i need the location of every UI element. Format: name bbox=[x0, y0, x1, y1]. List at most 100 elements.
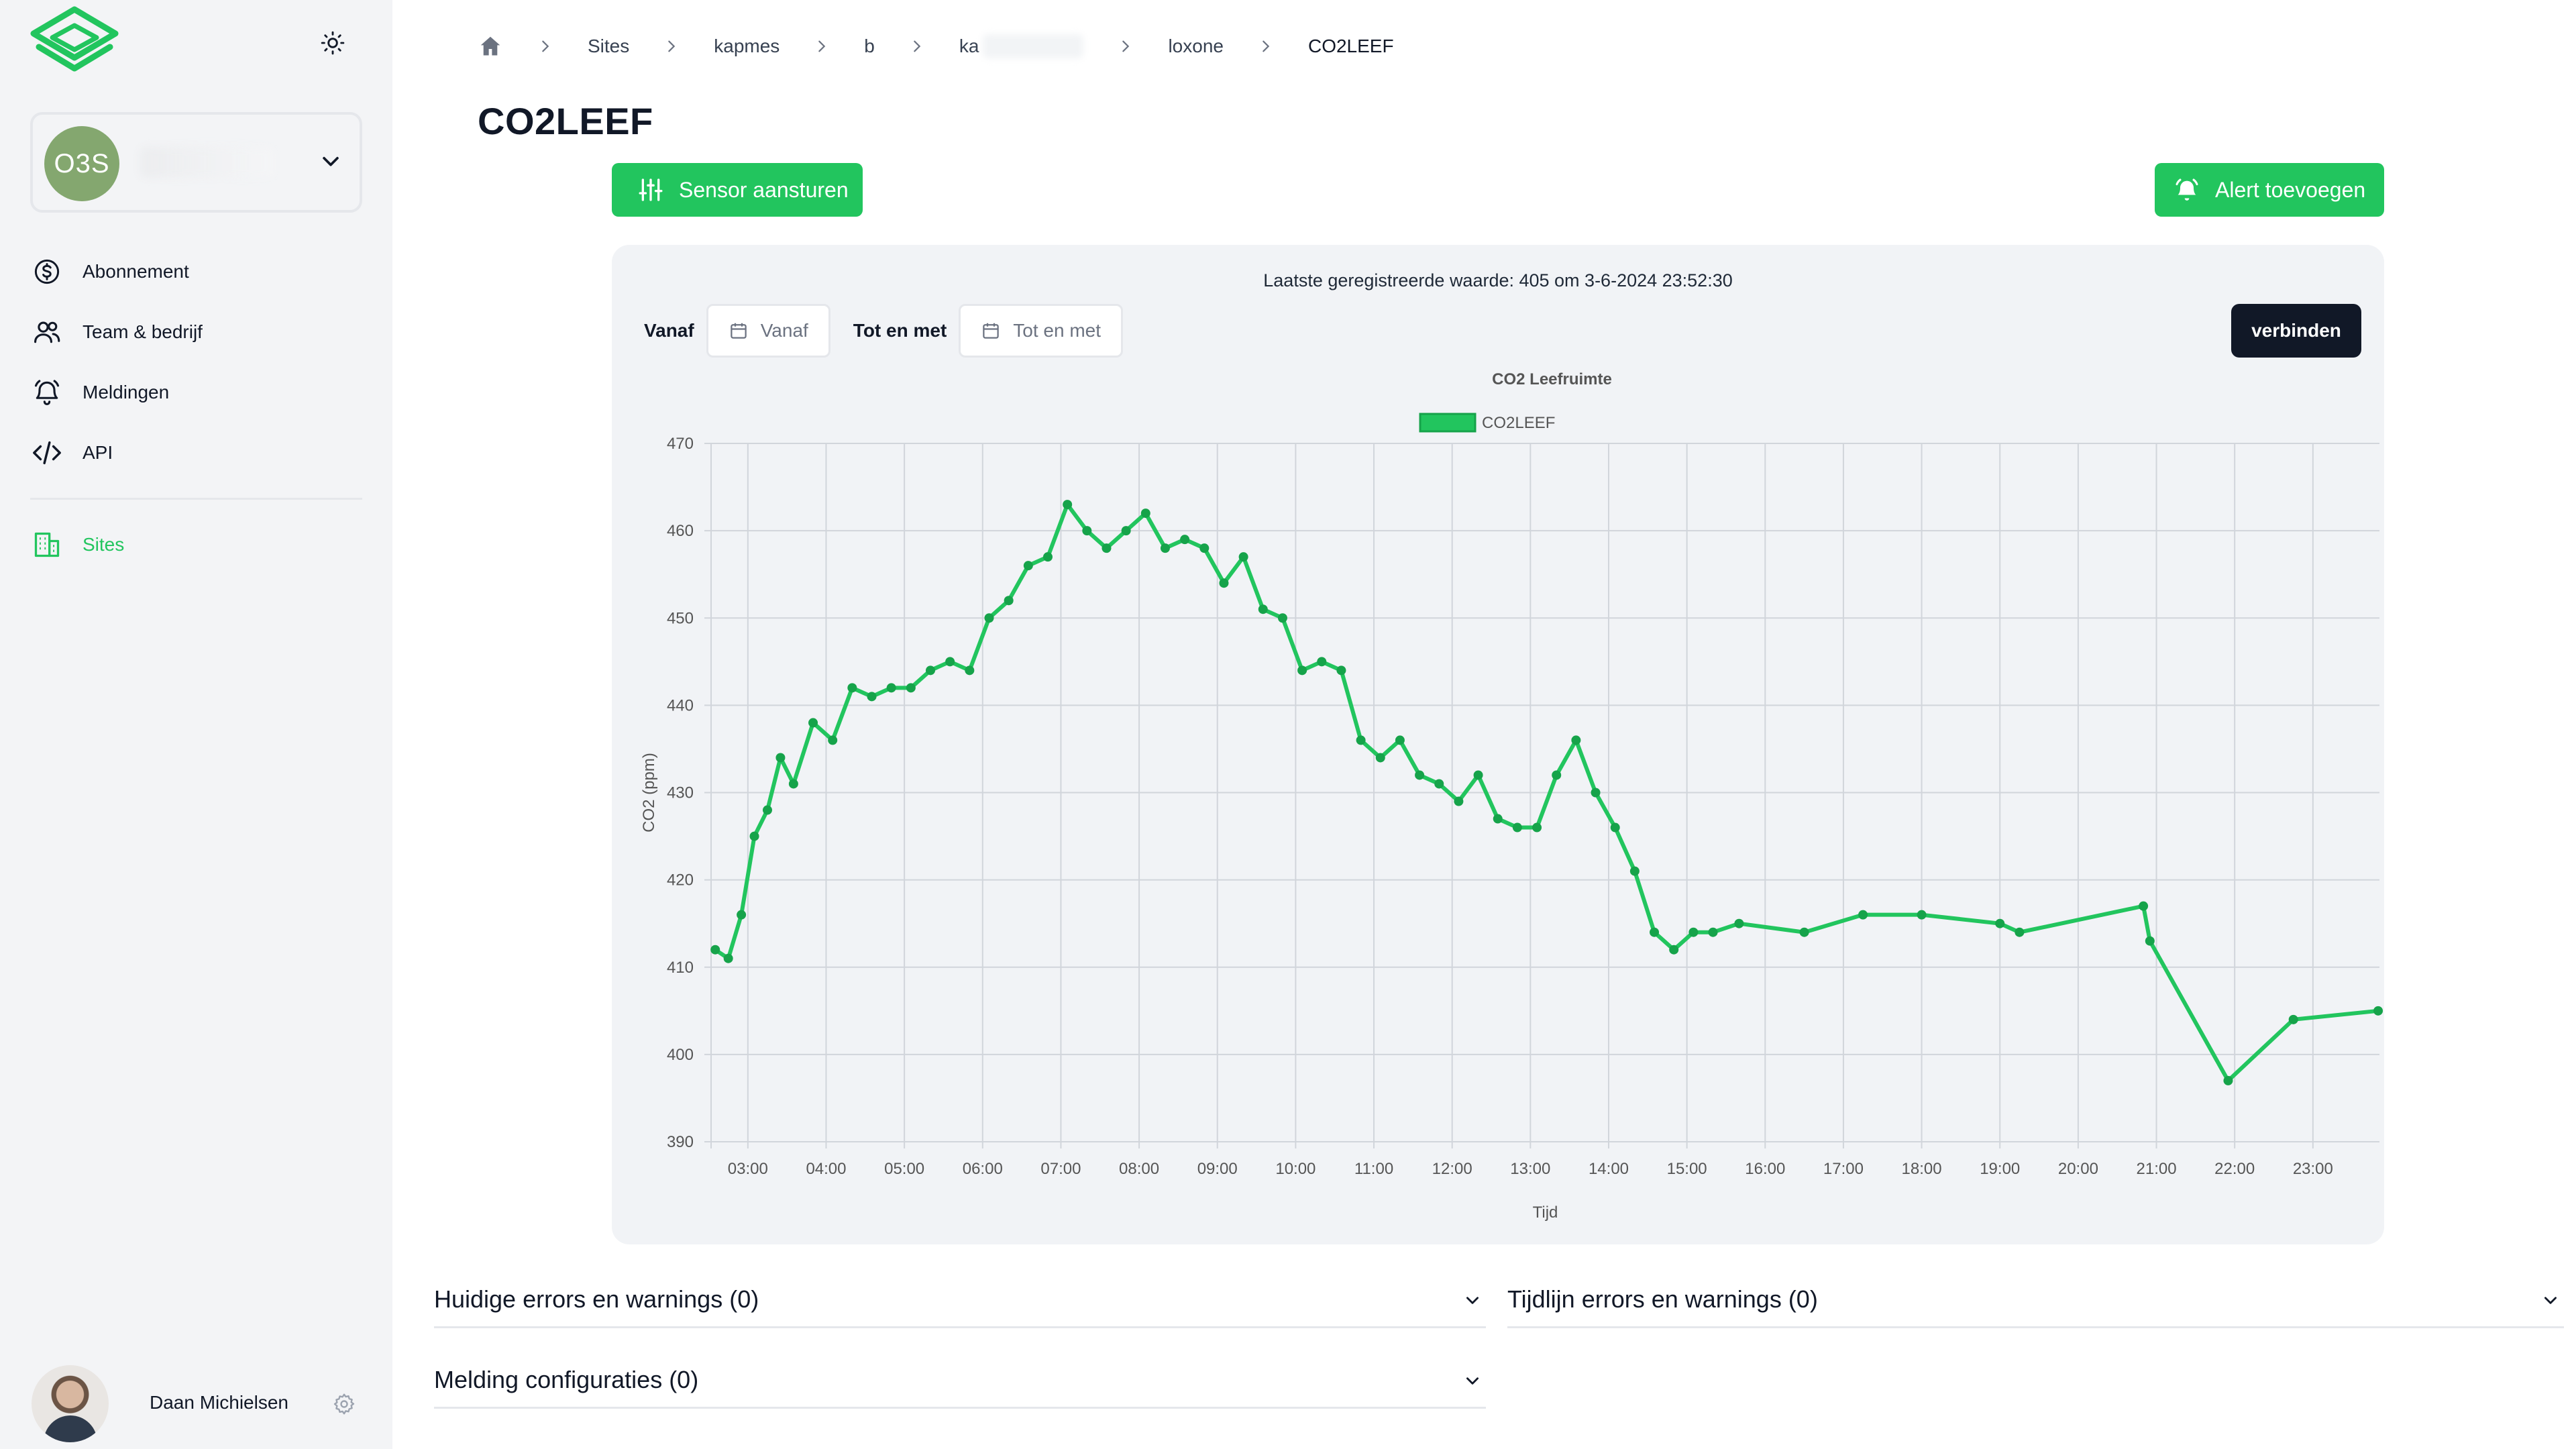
data-point bbox=[749, 831, 759, 841]
x-tick-label: 23:00 bbox=[2293, 1160, 2333, 1178]
gear-icon[interactable] bbox=[329, 1389, 360, 1419]
data-point bbox=[1571, 735, 1581, 745]
data-point bbox=[1995, 918, 2005, 928]
data-point bbox=[867, 692, 877, 702]
chevron-down-icon bbox=[2537, 1287, 2564, 1313]
data-point bbox=[1004, 596, 1014, 606]
data-point bbox=[828, 735, 838, 745]
x-tick-label: 17:00 bbox=[1823, 1160, 1864, 1178]
data-point bbox=[1199, 543, 1210, 553]
sidebar-item-api[interactable]: API bbox=[30, 423, 362, 483]
nav-divider bbox=[30, 498, 362, 500]
accordion-title: Melding configuraties (0) bbox=[434, 1366, 699, 1393]
data-point bbox=[1102, 543, 1112, 553]
data-point bbox=[1708, 927, 1718, 937]
data-point bbox=[1591, 788, 1601, 798]
data-point bbox=[1375, 753, 1385, 763]
sliders-icon bbox=[637, 176, 664, 203]
timeline-errors-accordion[interactable]: Tijdlijn errors en warnings (0) bbox=[1507, 1261, 2564, 1328]
data-point bbox=[1917, 910, 1927, 920]
x-tick-label: 13:00 bbox=[1510, 1160, 1550, 1178]
chevron-down-icon bbox=[315, 145, 347, 177]
sidebar-item-label: API bbox=[83, 442, 113, 463]
x-axis-label: Tijd bbox=[1533, 1203, 1558, 1222]
sidebar: O3S Abonnement Team & bedrijf Meldingen … bbox=[0, 0, 392, 1449]
avatar[interactable] bbox=[32, 1365, 109, 1442]
data-point bbox=[1395, 735, 1405, 745]
legend-label: CO2LEEF bbox=[1482, 414, 1555, 432]
breadcrumb-current: CO2LEEF bbox=[1307, 36, 1394, 56]
sidebar-item-label: Abonnement bbox=[83, 261, 189, 282]
data-point bbox=[945, 657, 955, 667]
bell-icon bbox=[30, 376, 64, 409]
data-point bbox=[1238, 552, 1248, 562]
data-point bbox=[808, 718, 818, 728]
y-tick-label: 390 bbox=[667, 1133, 694, 1151]
sidebar-item-abonnement[interactable]: Abonnement bbox=[30, 241, 362, 302]
legend-swatch bbox=[1419, 413, 1477, 433]
data-point bbox=[926, 665, 936, 676]
data-point bbox=[1140, 508, 1150, 519]
breadcrumb-site[interactable]: kapmes bbox=[714, 36, 780, 57]
chevron-right-icon bbox=[656, 33, 687, 60]
data-point bbox=[775, 753, 786, 763]
breadcrumb-integration[interactable]: loxone bbox=[1168, 36, 1224, 57]
org-avatar: O3S bbox=[44, 126, 119, 201]
sidebar-item-team[interactable]: Team & bedrijf bbox=[30, 302, 362, 362]
x-tick-label: 06:00 bbox=[963, 1160, 1003, 1178]
alert-configs-accordion[interactable]: Melding configuraties (0) bbox=[434, 1342, 1486, 1409]
logo-icon[interactable] bbox=[28, 5, 121, 80]
y-axis-label: CO2 (ppm) bbox=[640, 753, 658, 833]
data-point bbox=[1454, 796, 1464, 806]
x-tick-label: 04:00 bbox=[806, 1160, 846, 1178]
user-name: Daan Michielsen bbox=[150, 1392, 288, 1413]
breadcrumb-room[interactable]: ka bbox=[959, 34, 1084, 58]
data-point bbox=[710, 945, 720, 955]
x-tick-label: 19:00 bbox=[1980, 1160, 2020, 1178]
data-point bbox=[2015, 927, 2025, 937]
org-switcher[interactable]: O3S bbox=[30, 112, 362, 213]
sidebar-item-label: Meldingen bbox=[83, 382, 170, 402]
data-point bbox=[1219, 578, 1229, 588]
chevron-right-icon bbox=[530, 33, 561, 60]
code-icon bbox=[30, 436, 64, 470]
data-point bbox=[847, 683, 857, 693]
sidebar-item-label: Sites bbox=[83, 534, 125, 555]
bell-ring-icon bbox=[2174, 176, 2200, 203]
x-tick-label: 20:00 bbox=[2058, 1160, 2098, 1178]
x-tick-label: 10:00 bbox=[1275, 1160, 1316, 1178]
breadcrumb-room-label: ka bbox=[959, 36, 979, 56]
data-point bbox=[2223, 1075, 2233, 1085]
x-tick-label: 16:00 bbox=[1745, 1160, 1785, 1178]
sidebar-item-label: Team & bedrijf bbox=[83, 321, 203, 342]
home-icon[interactable] bbox=[478, 34, 503, 59]
data-point bbox=[886, 683, 896, 693]
data-point bbox=[2139, 901, 2149, 911]
x-tick-label: 05:00 bbox=[884, 1160, 924, 1178]
sun-icon[interactable] bbox=[315, 25, 350, 60]
chevron-right-icon bbox=[806, 33, 837, 60]
breadcrumb-building[interactable]: b bbox=[864, 36, 875, 57]
data-point bbox=[1688, 927, 1699, 937]
add-alert-button[interactable]: Alert toevoegen bbox=[2155, 163, 2384, 217]
sidebar-item-meldingen[interactable]: Meldingen bbox=[30, 362, 362, 423]
x-tick-label: 09:00 bbox=[1197, 1160, 1238, 1178]
data-point bbox=[2145, 936, 2155, 946]
data-point bbox=[1799, 927, 1809, 937]
data-point bbox=[1493, 814, 1503, 824]
data-point bbox=[1042, 552, 1053, 562]
y-tick-label: 410 bbox=[667, 959, 694, 977]
breadcrumb-sites[interactable]: Sites bbox=[588, 36, 629, 57]
add-alert-label: Alert toevoegen bbox=[2215, 177, 2366, 202]
data-point bbox=[965, 665, 975, 676]
current-errors-accordion[interactable]: Huidige errors en warnings (0) bbox=[434, 1261, 1486, 1328]
data-point bbox=[1650, 927, 1660, 937]
x-tick-label: 14:00 bbox=[1589, 1160, 1629, 1178]
data-point bbox=[1277, 613, 1287, 623]
data-point bbox=[1552, 770, 1562, 780]
sensor-control-button[interactable]: Sensor aansturen bbox=[612, 163, 863, 217]
org-name-redacted bbox=[140, 147, 274, 178]
sidebar-item-sites[interactable]: Sites bbox=[30, 515, 362, 575]
chevron-right-icon bbox=[1110, 33, 1141, 60]
data-point bbox=[1258, 604, 1268, 614]
